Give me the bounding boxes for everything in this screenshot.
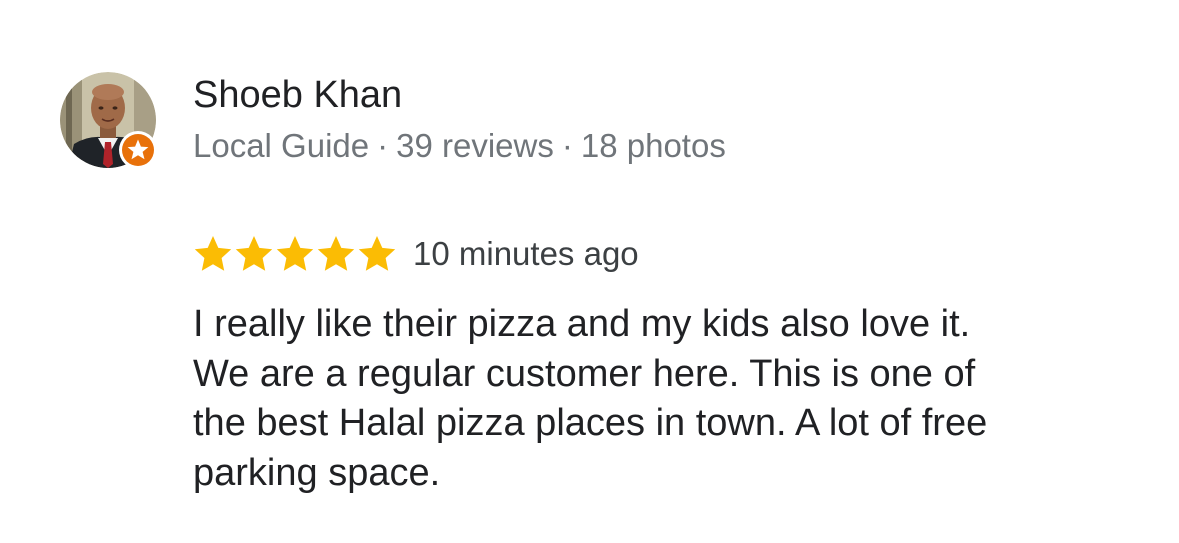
local-guide-label: Local Guide (193, 127, 370, 164)
star-icon (276, 236, 314, 271)
avatar[interactable] (60, 72, 157, 169)
local-guide-star-badge-icon (119, 131, 157, 169)
author-name[interactable]: Shoeb Khan (193, 73, 402, 117)
star-icon (358, 236, 396, 271)
rating-row: 10 minutes ago (193, 232, 639, 276)
review-text-line: the best Halal pizza places in town. A l… (193, 402, 988, 444)
reviews-count: 39 reviews (396, 127, 554, 164)
photos-count: 18 photos (580, 127, 726, 164)
meta-separator: · (377, 127, 389, 164)
review-text-line: We are a regular customer here. This is … (193, 352, 976, 395)
star-icon (194, 236, 232, 271)
review-text: I really like their pizza and my kids al… (193, 300, 1153, 498)
review-text-line: I really like their pizza and my kids al… (193, 303, 971, 345)
meta-separator: · (561, 127, 573, 164)
review-time: 10 minutes ago (413, 235, 639, 272)
star-icon (235, 236, 273, 271)
star-icon (317, 236, 355, 271)
review-card: Shoeb Khan Local Guide · 39 reviews · 18 pho… (0, 0, 1179, 543)
author-meta: Local Guide · 39 reviews · 18 photos (193, 126, 726, 166)
review-text-line: parking space. (193, 451, 441, 494)
star-rating (193, 234, 397, 274)
